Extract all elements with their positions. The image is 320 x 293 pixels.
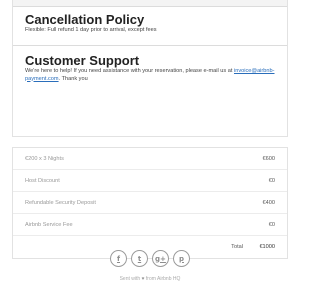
price-row-label: Airbnb Service Fee <box>25 222 73 228</box>
price-row-label: Host Discount <box>25 178 60 184</box>
price-row: Refundable Security Deposit €400 <box>13 192 287 214</box>
customer-support-section: Customer Support We're here to help! If … <box>25 53 275 83</box>
info-card: Cancellation Policy Flexible: Full refun… <box>12 0 288 137</box>
support-text-after: . Thank you <box>58 75 88 82</box>
sent-with-text: Sent with ♥ from Airbnb HQ <box>12 276 288 282</box>
sent-before: Sent with <box>119 276 141 282</box>
price-row: Airbnb Service Fee €0 <box>13 214 287 236</box>
support-text-before: We're here to help! If you need assistan… <box>25 68 233 74</box>
cancellation-policy-text: Flexible: Full refund 1 day prior to arr… <box>25 27 157 33</box>
price-row-value: €400 <box>262 200 275 206</box>
section-divider <box>13 45 287 46</box>
price-row: Host Discount €0 <box>13 170 287 192</box>
google-plus-icon[interactable]: g+ <box>152 250 169 267</box>
email-page: Cancellation Policy Flexible: Full refun… <box>0 0 300 293</box>
price-row-label: €200 x 3 Nights <box>25 156 64 162</box>
price-breakdown-card: €200 x 3 Nights €600 Host Discount €0 Re… <box>12 147 288 259</box>
cancellation-policy-title: Cancellation Policy <box>25 12 145 27</box>
facebook-icon[interactable]: f <box>110 250 127 267</box>
price-row-value: €0 <box>268 222 275 228</box>
price-row-value: €0 <box>268 178 275 184</box>
twitter-icon[interactable]: t <box>131 250 148 267</box>
sent-after: from Airbnb HQ <box>145 276 181 282</box>
price-row-value: €600 <box>262 156 275 162</box>
heart-icon: ♥ <box>141 276 145 282</box>
pinterest-icon[interactable]: p <box>173 250 190 267</box>
email-footer: f t g+ p Sent with ♥ from Airbnb HQ <box>12 250 288 293</box>
price-row-label: Refundable Security Deposit <box>25 200 96 206</box>
info-card-inner: Cancellation Policy Flexible: Full refun… <box>13 6 287 136</box>
customer-support-title: Customer Support <box>25 53 140 68</box>
social-links: f t g+ p <box>12 250 288 267</box>
cancellation-policy-section: Cancellation Policy Flexible: Full refun… <box>25 12 275 35</box>
customer-support-text: We're here to help! If you need assistan… <box>25 68 275 83</box>
price-row: €200 x 3 Nights €600 <box>13 148 287 170</box>
